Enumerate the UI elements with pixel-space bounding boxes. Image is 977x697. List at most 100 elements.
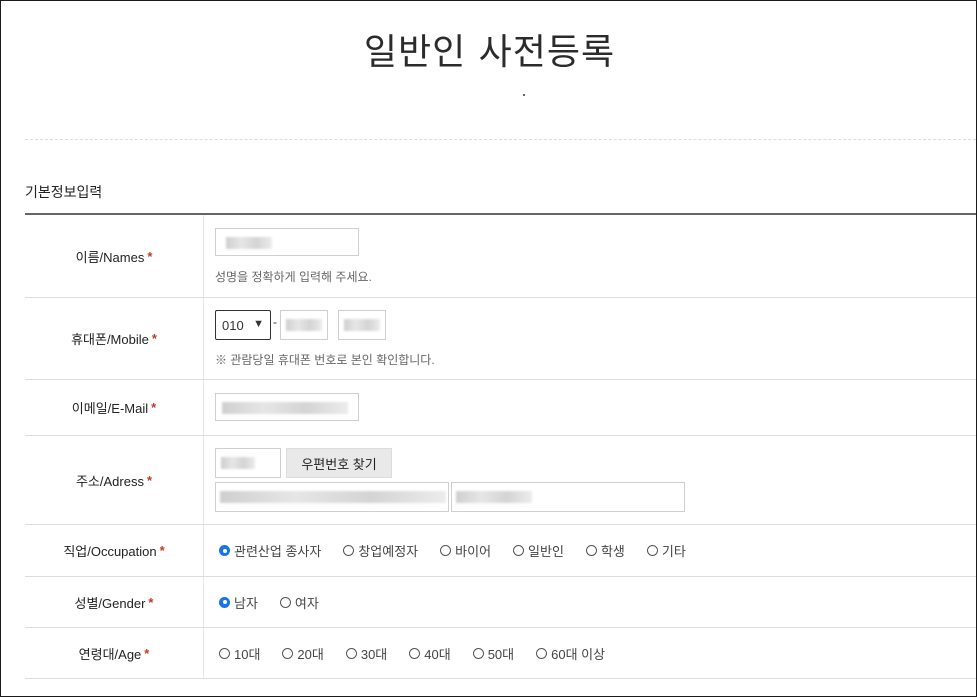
- option-label: 바이어: [455, 544, 492, 559]
- occupation-option[interactable]: 기타: [646, 541, 686, 560]
- occupation-option[interactable]: 바이어: [440, 541, 491, 560]
- section-title: 기본정보입력: [25, 184, 103, 200]
- redacted-value: [221, 457, 255, 469]
- radio-icon[interactable]: [219, 596, 230, 608]
- age-option[interactable]: 40대: [409, 644, 451, 663]
- required-mark: *: [151, 331, 157, 346]
- option-label: 기타: [661, 544, 686, 559]
- email-field-cell: [215, 380, 976, 435]
- email-input[interactable]: [215, 393, 359, 421]
- redacted-value: [286, 319, 322, 331]
- mobile-prefix-select[interactable]: 010 ▼: [215, 310, 271, 340]
- row-mobile: 휴대폰/Mobile * 010 ▼ - ※ 관람당일 휴대폰 번호로 본인 확인…: [25, 298, 976, 380]
- gender-option[interactable]: 여자: [279, 593, 319, 612]
- column-divider: [203, 525, 204, 576]
- mobile-prefix-value: 010: [222, 317, 244, 333]
- email-label-text: 이메일/E-Mail: [71, 401, 149, 416]
- radio-icon[interactable]: [279, 596, 291, 608]
- chevron-down-icon: ▼: [253, 318, 264, 330]
- option-label: 60대 이상: [551, 646, 606, 662]
- radio-icon[interactable]: [219, 647, 230, 659]
- mobile-middle-input[interactable]: [280, 310, 328, 340]
- age-option[interactable]: 60대 이상: [536, 644, 605, 663]
- radio-icon[interactable]: [585, 545, 597, 556]
- option-label: 일반인: [528, 544, 564, 559]
- row-email: 이메일/E-Mail *: [25, 380, 976, 436]
- option-label: 창업예정자: [358, 544, 419, 559]
- age-label-text: 연령대/Age: [78, 646, 142, 662]
- name-input[interactable]: [215, 228, 359, 256]
- required-mark: *: [159, 543, 165, 558]
- option-label: 학생: [600, 544, 625, 559]
- radio-icon[interactable]: [646, 545, 658, 556]
- postcode-input[interactable]: [215, 448, 281, 478]
- column-divider: [203, 215, 204, 297]
- email-label: 이메일/E-Mail *: [25, 380, 203, 435]
- name-label: 이름/Names *: [25, 215, 203, 297]
- radio-icon[interactable]: [343, 545, 355, 556]
- mobile-label-text: 휴대폰/Mobile: [71, 332, 149, 347]
- age-option[interactable]: 30대: [345, 644, 388, 663]
- age-option[interactable]: 20대: [282, 644, 324, 663]
- address-label: 주소/Adress *: [25, 436, 203, 524]
- radio-icon[interactable]: [513, 545, 525, 556]
- gender-label-text: 성별/Gender: [74, 595, 146, 611]
- redacted-value: [456, 491, 532, 503]
- redacted-value: [220, 491, 446, 503]
- radio-icon[interactable]: [536, 647, 548, 659]
- mobile-field-cell: 010 ▼ - ※ 관람당일 휴대폰 번호로 본인 확인합니다.: [215, 298, 976, 379]
- occupation-field-cell: 관련산업 종사자 창업예정자 바이어 일반인 학생 기타: [215, 525, 976, 576]
- redacted-value: [344, 319, 380, 331]
- required-mark: *: [147, 248, 153, 264]
- address-label-text: 주소/Adress: [75, 473, 144, 489]
- postcode-search-button[interactable]: 우편번호 찾기: [286, 448, 392, 478]
- column-divider: [203, 436, 204, 524]
- required-mark: *: [148, 594, 154, 610]
- address-detail-input[interactable]: [451, 482, 685, 512]
- age-label: 연령대/Age *: [25, 628, 203, 678]
- registration-page: 일반인 사전등록 기본정보입력 이름/Names * 성명을 정확하게 입력해 주…: [0, 0, 977, 697]
- radio-icon[interactable]: [282, 647, 294, 659]
- radio-icon[interactable]: [219, 545, 230, 556]
- age-option[interactable]: 10대: [219, 644, 260, 663]
- row-age: 연령대/Age * 10대 20대 30대 40대 50대 60대 이상: [25, 628, 976, 679]
- row-gender: 성별/Gender * 남자 여자: [25, 577, 976, 628]
- radio-icon[interactable]: [440, 545, 452, 556]
- occupation-option[interactable]: 학생: [585, 541, 625, 560]
- mobile-last-input[interactable]: [338, 310, 386, 340]
- occupation-label: 직업/Occupation *: [25, 525, 203, 576]
- column-divider: [203, 380, 204, 435]
- option-label: 20대: [297, 646, 324, 662]
- dashed-divider: [25, 139, 976, 140]
- mobile-help-text: ※ 관람당일 휴대폰 번호로 본인 확인합니다.: [215, 353, 435, 367]
- title-decoration-dot: [523, 94, 525, 96]
- required-mark: *: [144, 645, 150, 661]
- age-field-cell: 10대 20대 30대 40대 50대 60대 이상: [215, 628, 976, 678]
- option-label: 남자: [234, 595, 258, 611]
- age-option[interactable]: 50대: [472, 644, 515, 663]
- name-help-text: 성명을 정확하게 입력해 주세요.: [215, 270, 372, 284]
- mobile-label: 휴대폰/Mobile *: [25, 298, 203, 379]
- gender-field-cell: 남자 여자: [215, 577, 976, 627]
- occupation-option[interactable]: 창업예정자: [343, 541, 418, 560]
- option-label: 40대: [424, 646, 451, 662]
- page-title: 일반인 사전등록: [363, 32, 616, 73]
- option-label: 50대: [487, 646, 515, 662]
- occupation-option[interactable]: 일반인: [513, 541, 564, 560]
- redacted-value: [226, 237, 272, 249]
- row-name: 이름/Names * 성명을 정확하게 입력해 주세요.: [25, 215, 976, 298]
- option-label: 10대: [234, 646, 261, 662]
- column-divider: [203, 628, 204, 678]
- occupation-option[interactable]: 관련산업 종사자: [219, 541, 321, 560]
- radio-icon[interactable]: [409, 647, 421, 659]
- row-address: 주소/Adress * 우편번호 찾기: [25, 436, 976, 525]
- occupation-radio-group: 관련산업 종사자 창업예정자 바이어 일반인 학생 기타: [219, 525, 708, 576]
- option-label: 30대: [360, 646, 388, 662]
- mobile-separator: -: [273, 315, 277, 329]
- gender-option[interactable]: 남자: [219, 593, 258, 612]
- address-field-cell: 우편번호 찾기: [215, 436, 976, 524]
- radio-icon[interactable]: [345, 647, 357, 659]
- address-main-input[interactable]: [215, 482, 449, 512]
- radio-icon[interactable]: [472, 647, 484, 659]
- column-divider: [203, 298, 204, 379]
